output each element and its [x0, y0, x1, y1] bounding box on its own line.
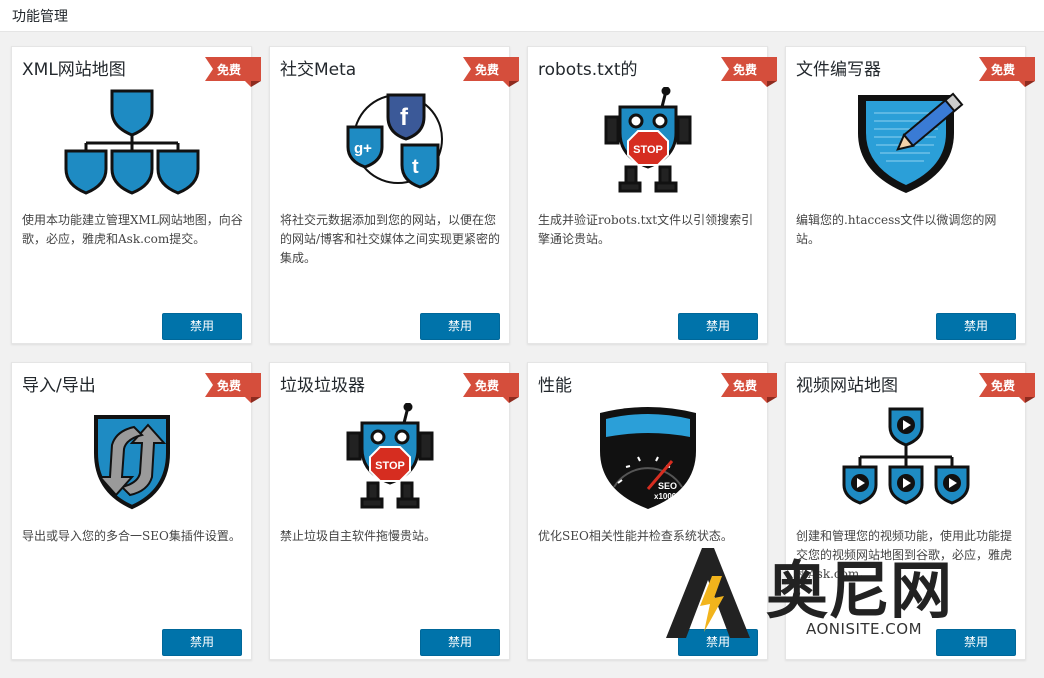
card-title: robots.txt的 [538, 60, 638, 80]
free-badge: 免费 [721, 373, 777, 403]
svg-text:STOP: STOP [375, 460, 405, 472]
free-badge: 免费 [721, 57, 777, 87]
card-description: 生成并验证robots.txt文件以引领搜索引擎通论贵站。 [538, 213, 754, 246]
feature-card-robots-txt: robots.txt的 免费 STOP 生成并验证robots.txt文件以引领… [527, 46, 777, 344]
svg-text:STOP: STOP [633, 144, 663, 156]
disable-button[interactable]: 禁用 [936, 313, 1016, 340]
speedometer-icon: SEO x1000 [568, 403, 728, 513]
svg-text:t: t [412, 156, 419, 178]
card-description: 禁止垃圾自主软件拖慢贵站。 [280, 529, 437, 543]
disable-button[interactable]: 禁用 [936, 629, 1016, 656]
card-title: 性能 [538, 376, 572, 396]
card-description: 将社交元数据添加到您的网站，以便在您的网站/博客和社交媒体之间实现更紧密的集成。 [280, 213, 501, 265]
card-description: 导出或导入您的多合一SEO集插件设置。 [22, 529, 241, 543]
card-title: 导入/导出 [22, 376, 96, 396]
disable-button[interactable]: 禁用 [420, 313, 500, 340]
feature-card-social-meta: 社交Meta 免费 f g+ t 将社交元数据添加到您的网站，以便在您的网站/博… [269, 46, 519, 344]
card-description: 优化SEO相关性能并检查系统状态。 [538, 529, 733, 543]
feature-card-xml-sitemap: XML网站地图 免费 使用本功能建立管理XML网站地图，向谷歌，必应，雅虎和As… [11, 46, 261, 344]
svg-text:x1000: x1000 [654, 492, 677, 501]
feature-card-performance: 性能 免费 SEO x1000 优化SEO相关性能并检查系统状态。 禁用 [527, 362, 777, 660]
free-badge: 免费 [205, 57, 261, 87]
free-badge: 免费 [463, 57, 519, 87]
free-badge: 免费 [463, 373, 519, 403]
svg-text:g+: g+ [354, 140, 372, 157]
page-header: 功能管理 [0, 0, 1044, 32]
free-badge: 免费 [979, 373, 1035, 403]
card-description: 使用本功能建立管理XML网站地图，向谷歌，必应，雅虎和Ask.com提交。 [22, 213, 243, 246]
free-badge: 免费 [205, 373, 261, 403]
card-title: 视频网站地图 [796, 376, 898, 396]
feature-card-bad-bot-blocker: 垃圾垃圾器 免费 STOP 禁止垃圾自主软件拖慢贵站。 禁用 [269, 362, 519, 660]
card-title: 社交Meta [280, 60, 357, 80]
file-editor-pencil-icon [826, 87, 986, 197]
import-export-arrows-icon [52, 403, 212, 513]
disable-button[interactable]: 禁用 [162, 629, 242, 656]
card-description: 创建和管理您的视频功能，使用此功能提交您的视频网站地图到谷歌，必应，雅虎和Ask… [796, 529, 1013, 581]
disable-button[interactable]: 禁用 [678, 629, 758, 656]
sitemap-shield-icon [52, 87, 212, 197]
svg-text:SEO: SEO [658, 481, 677, 491]
free-badge: 免费 [979, 57, 1035, 87]
disable-button[interactable]: 禁用 [420, 629, 500, 656]
page-title: 功能管理 [12, 9, 68, 25]
video-sitemap-icon [826, 403, 986, 513]
feature-card-video-sitemap: 视频网站地图 免费 创建和管理您的视频功能，使用此功能提交您的视频网站地图到谷歌… [785, 362, 1035, 660]
card-title: 文件编写器 [796, 60, 881, 80]
card-title: 垃圾垃圾器 [280, 376, 365, 396]
disable-button[interactable]: 禁用 [678, 313, 758, 340]
card-description: 编辑您的.htaccess文件以微调您的网站。 [796, 213, 997, 246]
robot-stop-icon: STOP [568, 87, 728, 197]
social-shields-icon: f g+ t [310, 87, 470, 197]
card-title: XML网站地图 [22, 60, 126, 80]
disable-button[interactable]: 禁用 [162, 313, 242, 340]
bad-bot-stop-icon: STOP [310, 403, 470, 513]
svg-text:f: f [400, 104, 409, 131]
feature-card-import-export: 导入/导出 免费 导出或导入您的多合一SEO集插件设置。 禁用 [11, 362, 261, 660]
feature-card-file-editor: 文件编写器 免费 编辑您的.htaccess文件以微调您的网站。 禁用 [785, 46, 1035, 344]
